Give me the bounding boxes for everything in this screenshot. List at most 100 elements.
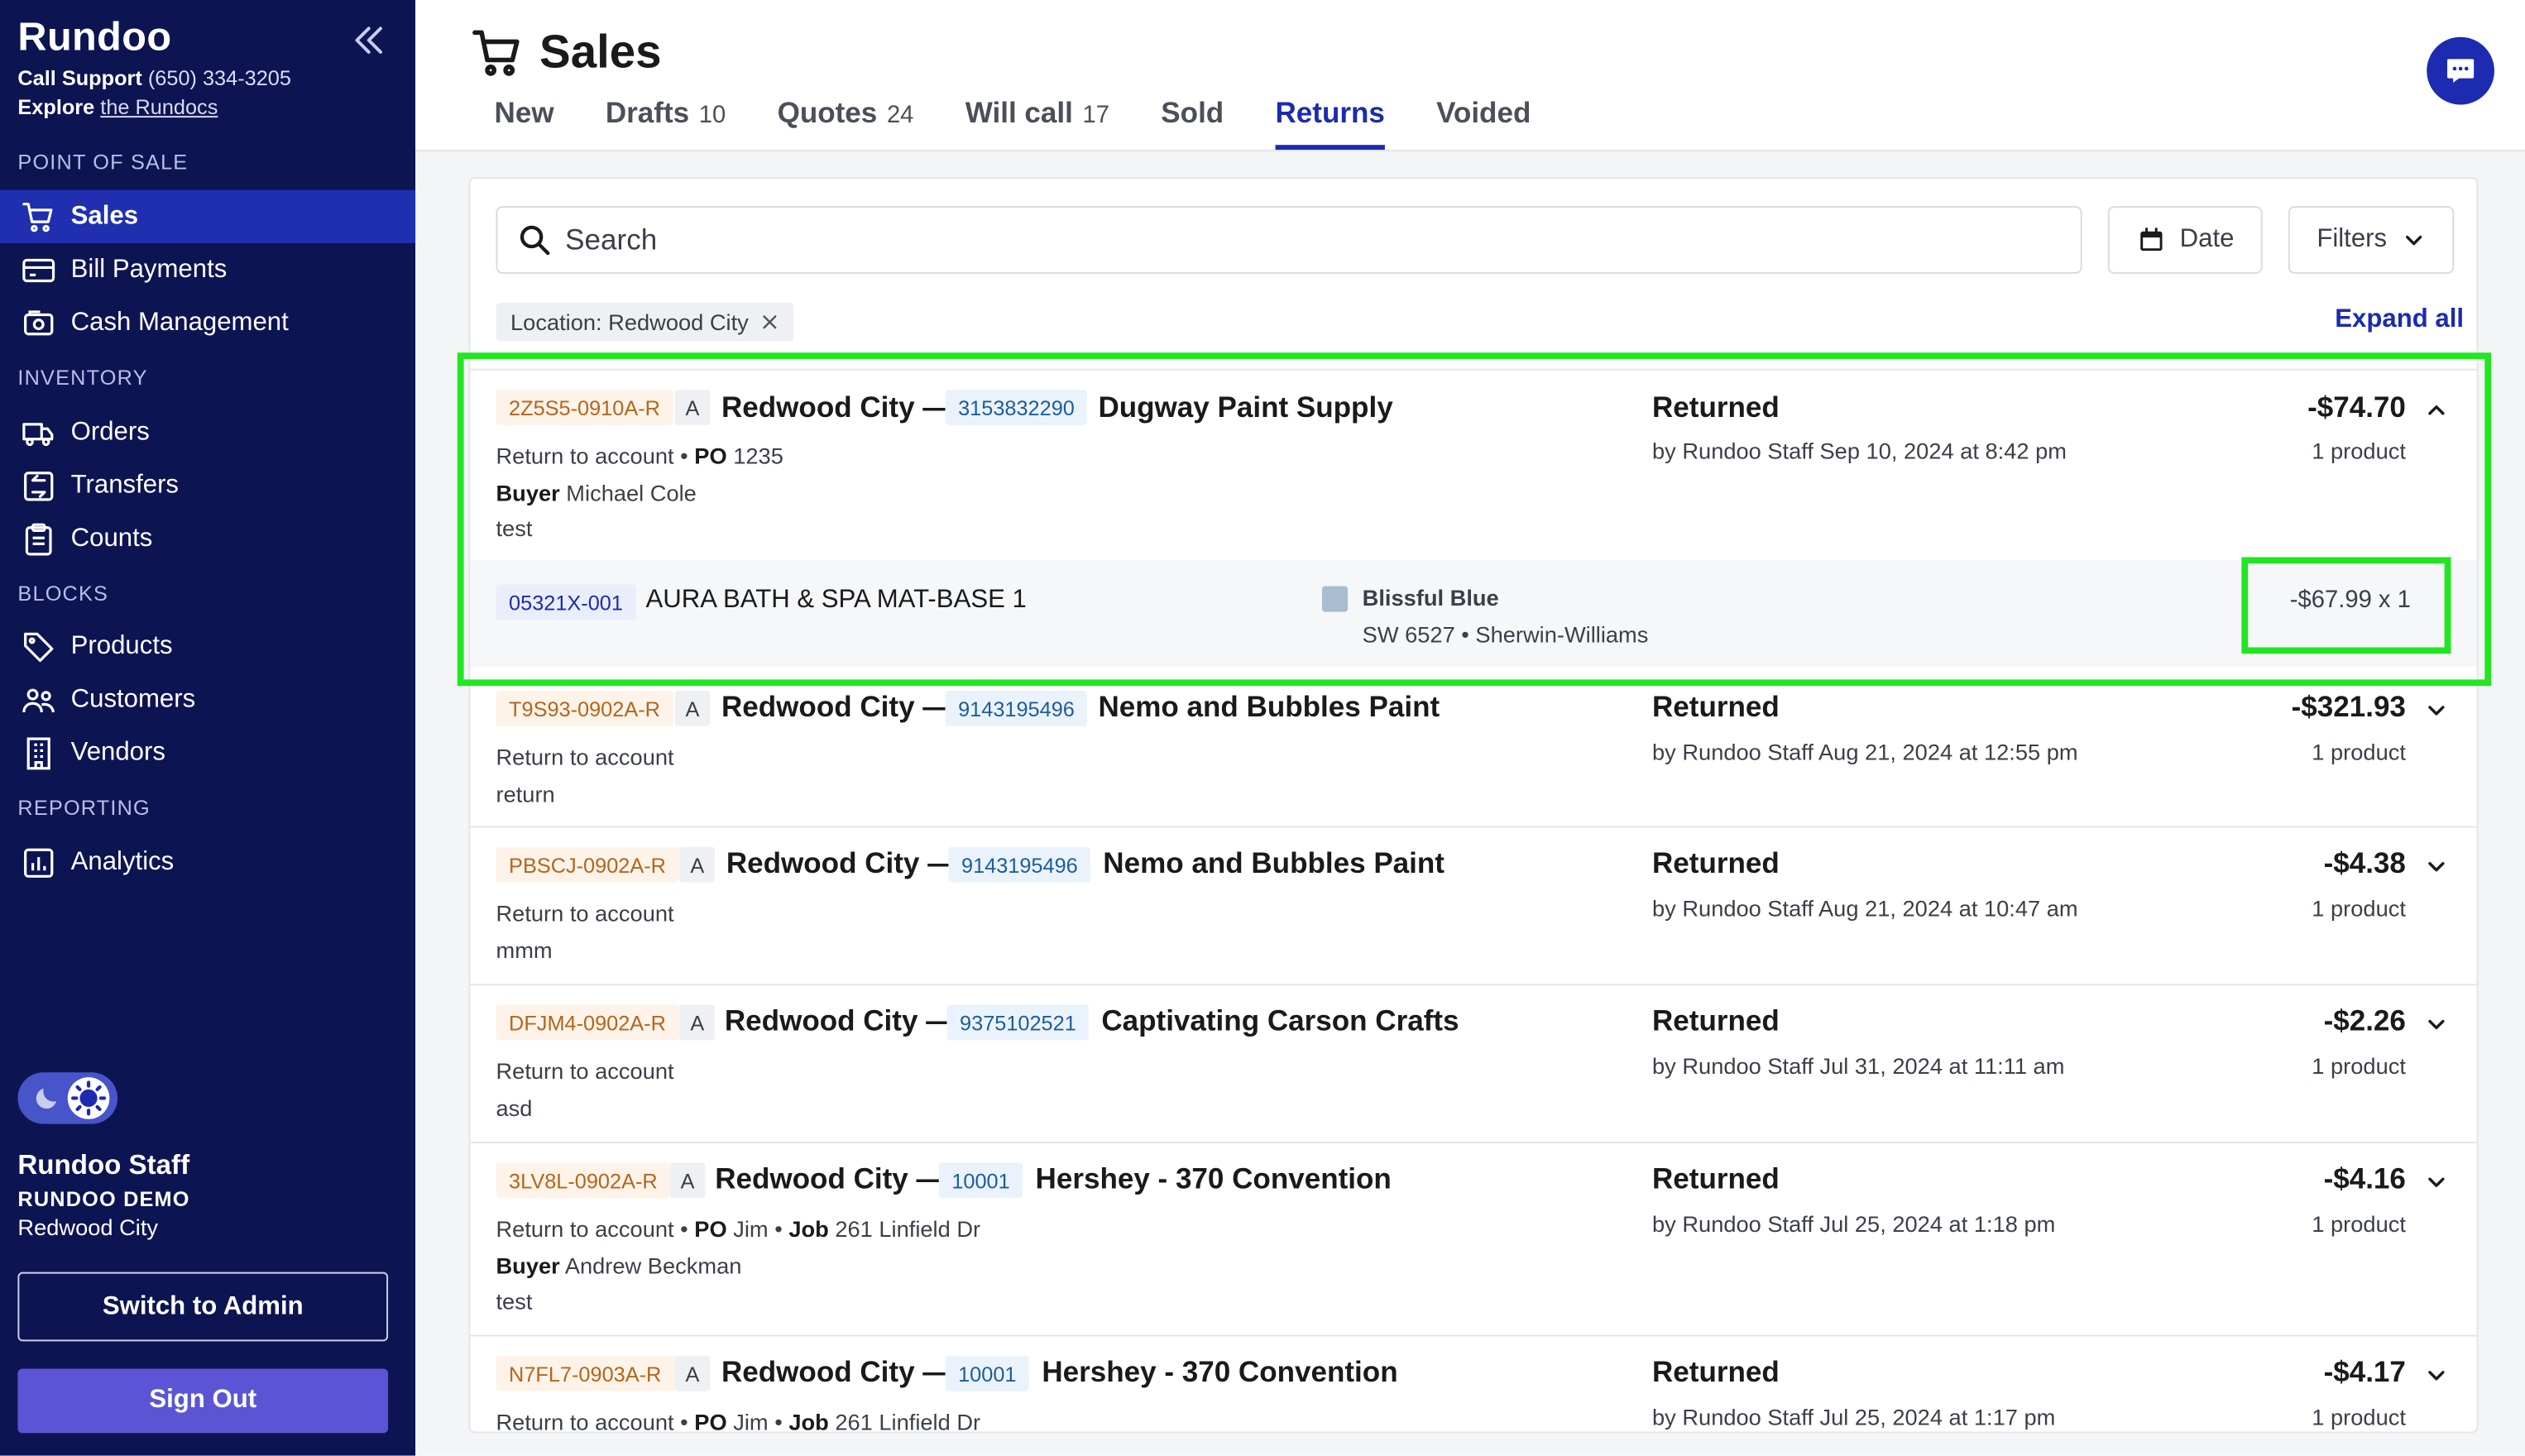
filters-button[interactable]: Filters — [2288, 206, 2455, 274]
chevron-down-icon[interactable] — [2425, 699, 2447, 721]
tab-returns[interactable]: Returns — [1275, 97, 1385, 151]
moon-icon — [36, 1088, 57, 1109]
rundocs-link[interactable]: the Rundocs — [100, 95, 218, 119]
sidebar: Rundoo Call Support (650) 334-3205 Explo… — [0, 0, 416, 1456]
order-row[interactable]: 2Z5S5-0910A-R A Redwood City — 315383229… — [470, 368, 2477, 682]
sidebar-item-counts[interactable]: Counts — [0, 512, 415, 565]
status-meta: by Rundoo Staff Jul 25, 2024 at 1:18 pm — [1652, 1210, 2056, 1237]
page-header: Sales New Drafts 10 Quotes 24 Will call 17 … — [415, 0, 2525, 151]
tab-sold[interactable]: Sold — [1161, 97, 1224, 150]
tab-new[interactable]: New — [495, 97, 554, 150]
support-phone[interactable]: (650) 334-3205 — [148, 66, 291, 90]
order-note: test — [496, 515, 533, 541]
sidebar-item-label: Products — [70, 631, 173, 660]
sun-icon — [70, 1080, 107, 1116]
return-type: Return to account — [496, 443, 674, 469]
return-type: Return to account — [496, 744, 674, 770]
order-location: Redwood City — — [724, 1004, 956, 1037]
tab-quotes[interactable]: Quotes 24 — [778, 97, 914, 150]
po-label: PO — [694, 1215, 727, 1242]
tab-label: Voided — [1436, 96, 1531, 129]
section-point-of-sale: POINT OF SALE — [17, 150, 189, 175]
po-label: PO — [694, 1409, 727, 1434]
chevron-down-icon[interactable] — [2425, 1013, 2447, 1035]
user-name: Rundoo Staff — [17, 1149, 190, 1181]
order-amount: -$4.16 — [2323, 1162, 2406, 1195]
order-note: mmm — [496, 936, 553, 962]
order-location: Redwood City — — [721, 691, 952, 723]
order-row[interactable]: 3LV8L-0902A-R A Redwood City — 10001 Her… — [470, 1141, 2477, 1335]
sidebar-item-orders[interactable]: Orders — [0, 405, 415, 458]
tab-label: Will call — [965, 96, 1073, 129]
chevron-up-icon[interactable] — [2425, 400, 2447, 422]
order-tag: A — [674, 1355, 711, 1391]
job-label: Job — [788, 1409, 829, 1434]
sidebar-item-vendors[interactable]: Vendors — [0, 726, 415, 779]
date-button[interactable]: Date — [2107, 206, 2263, 274]
theme-toggle[interactable] — [17, 1072, 118, 1124]
sidebar-item-label: Analytics — [70, 847, 175, 875]
sidebar-item-bill-payments[interactable]: Bill Payments — [0, 243, 415, 296]
order-row[interactable]: DFJM4-0902A-R A Redwood City — 937510252… — [470, 984, 2477, 1142]
support-info: Call Support (650) 334-3205 Explore the … — [17, 65, 291, 122]
job-value: 261 Linfield Dr — [835, 1215, 981, 1242]
sign-out-button[interactable]: Sign Out — [17, 1368, 389, 1434]
status-meta: by Rundoo Staff Aug 21, 2024 at 12:55 pm — [1652, 739, 2078, 765]
status-label: Returned — [1652, 846, 1780, 879]
sidebar-item-cash-management[interactable]: Cash Management — [0, 296, 415, 349]
order-tag: A — [674, 691, 711, 726]
order-details: Return to account • PO 1235 Buyer Michae… — [496, 438, 783, 546]
sidebar-item-products[interactable]: Products — [0, 620, 415, 673]
search-input[interactable]: Search — [496, 206, 2082, 274]
truck-icon — [22, 422, 54, 446]
status-label: Returned — [1652, 1355, 1780, 1388]
order-details: Return to account return — [496, 739, 673, 812]
order-tag: A — [669, 1162, 706, 1199]
account-number: 10001 — [938, 1162, 1023, 1199]
order-row[interactable]: T9S93-0902A-R A Redwood City — 914319549… — [470, 681, 2477, 826]
sidebar-item-label: Customers — [70, 685, 196, 713]
location-filter-chip: Location: Redwood City — [496, 302, 794, 342]
order-row[interactable]: N7FL7-0903A-R A Redwood City — 10001 Her… — [470, 1334, 2477, 1434]
order-row[interactable]: PBSCJ-0902A-R A Redwood City — 914319549… — [470, 826, 2477, 984]
expand-all-link[interactable]: Expand all — [2335, 306, 2464, 335]
support-label: Call Support — [17, 65, 142, 90]
account-number: 9143195496 — [948, 846, 1091, 883]
chevron-down-icon[interactable] — [2425, 1364, 2447, 1387]
order-location: Redwood City — — [721, 390, 952, 424]
cash-register-icon — [24, 309, 54, 335]
tab-label: Sold — [1161, 96, 1224, 129]
chevron-down-icon[interactable] — [2425, 1171, 2447, 1193]
return-type: Return to account — [496, 900, 674, 927]
sku-badge: 05321X-001 — [496, 584, 636, 620]
close-icon[interactable] — [759, 313, 779, 332]
sidebar-item-transfers[interactable]: Transfers — [0, 459, 415, 512]
status-meta: by Rundoo Staff Sep 10, 2024 at 8:42 pm — [1652, 438, 2067, 464]
tab-will-call[interactable]: Will call 17 — [965, 97, 1109, 150]
sidebar-item-customers[interactable]: Customers — [0, 673, 415, 726]
account-number: 10001 — [945, 1355, 1030, 1391]
order-code: 3LV8L-0902A-R — [496, 1162, 671, 1199]
date-label: Date — [2179, 225, 2235, 253]
sidebar-item-label: Counts — [70, 524, 153, 552]
product-count: 1 product — [2312, 895, 2406, 922]
status-label: Returned — [1652, 1162, 1780, 1195]
building-icon — [26, 736, 50, 769]
order-tag: A — [679, 846, 716, 883]
chevron-down-icon — [2406, 235, 2422, 246]
chat-button[interactable] — [2427, 36, 2494, 105]
sidebar-item-analytics[interactable]: Analytics — [0, 836, 415, 888]
tab-drafts[interactable]: Drafts 10 — [606, 97, 726, 150]
order-note: test — [496, 1288, 533, 1315]
collapse-sidebar-icon[interactable] — [351, 22, 386, 58]
sidebar-item-sales[interactable]: Sales — [0, 189, 416, 243]
page-title-text: Sales — [539, 26, 662, 79]
switch-to-admin-button[interactable]: Switch to Admin — [17, 1272, 389, 1342]
cart-icon — [22, 202, 53, 232]
return-type: Return to account — [496, 1215, 674, 1242]
chevron-down-icon[interactable] — [2425, 855, 2447, 878]
page-title: Sales — [470, 26, 662, 80]
user-city: Redwood City — [17, 1214, 159, 1240]
tab-voided[interactable]: Voided — [1436, 97, 1531, 150]
tag-icon — [24, 631, 54, 662]
